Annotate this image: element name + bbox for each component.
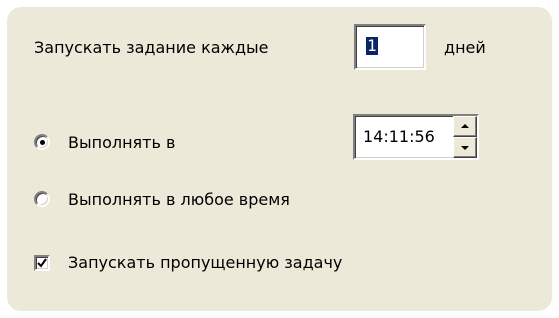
arrow-up-icon [461, 124, 469, 128]
missed-task-label: Запускать пропущенную задачу [68, 253, 343, 272]
checkmark-icon [37, 258, 47, 268]
run-at-radio[interactable] [34, 134, 50, 150]
spin-down-button[interactable] [453, 137, 477, 158]
missed-task-checkbox[interactable] [34, 255, 50, 271]
spin-up-button[interactable] [453, 116, 477, 137]
run-at-label: Выполнять в [68, 133, 176, 152]
run-anytime-label: Выполнять в любое время [68, 190, 290, 209]
repeat-days-suffix-label: дней [444, 38, 486, 57]
repeat-prefix-label: Запускать задание каждые [34, 38, 269, 57]
arrow-down-icon [461, 146, 469, 150]
repeat-days-input[interactable]: 1 [354, 24, 426, 70]
run-anytime-radio[interactable] [34, 191, 50, 207]
run-at-time-value: 14:11:56 [363, 127, 435, 146]
repeat-days-value: 1 [366, 36, 378, 55]
settings-panel: Запускать задание каждые 1 дней Выполнят… [7, 7, 552, 311]
radio-selected-dot [39, 139, 45, 145]
time-spinner[interactable] [453, 116, 477, 158]
